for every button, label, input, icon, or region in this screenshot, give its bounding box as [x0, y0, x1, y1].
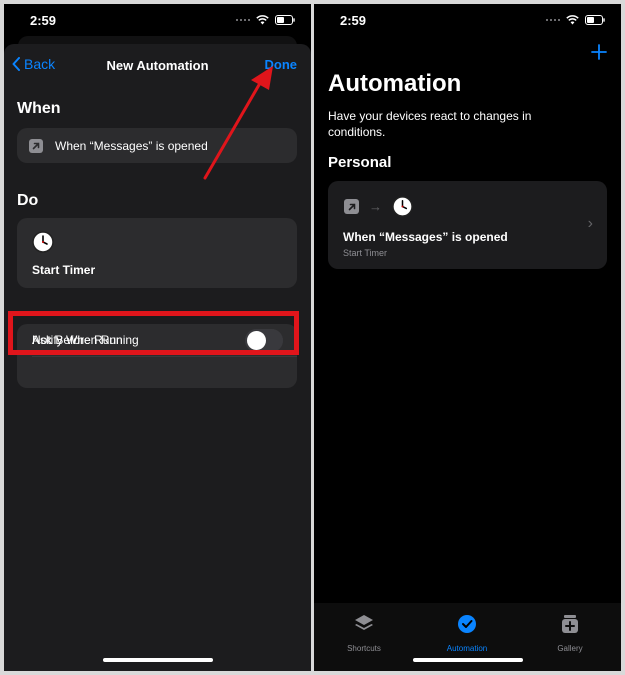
action-label: Start Timer	[32, 263, 96, 277]
tab-gallery[interactable]: Gallery	[530, 613, 610, 656]
do-section-title: Do	[17, 192, 39, 209]
status-time: 2:59	[340, 13, 367, 28]
home-indicator	[412, 658, 523, 662]
tab-shortcuts-label: Shortcuts	[347, 644, 381, 653]
automation-list-item[interactable]: → When “Messages” is opened Start Timer …	[328, 181, 607, 269]
automation-flow: →	[344, 196, 413, 217]
tab-automation-label: Automation	[446, 644, 488, 653]
phone-screen-new-automation: 2:59 Back New Automation Done When When …	[4, 4, 311, 671]
tab-shortcuts[interactable]: Shortcuts	[324, 613, 404, 656]
battery-icon	[275, 15, 295, 25]
clock-icon	[392, 196, 413, 217]
cellular-signal-icon	[546, 19, 560, 21]
trigger-text: When “Messages” is opened	[55, 138, 208, 153]
action-card[interactable]: Start Timer	[17, 218, 297, 288]
annotation-arrow	[203, 66, 273, 180]
page-subtitle: Have your devices react to changes in co…	[328, 109, 532, 139]
automation-title: When “Messages” is opened	[343, 230, 508, 244]
annotation-highlight-box	[8, 311, 299, 355]
home-indicator	[102, 658, 213, 662]
back-label: Back	[24, 56, 56, 72]
status-time: 2:59	[30, 13, 57, 28]
divider	[32, 356, 297, 357]
layers-icon	[355, 615, 373, 630]
battery-icon	[585, 15, 605, 25]
personal-section-title: Personal	[328, 154, 392, 171]
wifi-icon	[566, 15, 579, 25]
clock-icon	[32, 231, 54, 258]
status-bar: 2:59	[314, 4, 621, 38]
when-section-title: When	[17, 100, 61, 117]
tab-gallery-label: Gallery	[557, 644, 583, 653]
arrow-up-right-icon	[344, 199, 359, 214]
status-bar: 2:59	[4, 4, 311, 38]
page-title: Automation	[328, 70, 462, 97]
tab-automation[interactable]: Automation	[427, 613, 507, 656]
status-icons	[546, 15, 605, 25]
status-icons	[236, 15, 295, 25]
gallery-icon	[562, 615, 578, 633]
chevron-right-icon: ›	[587, 215, 593, 232]
back-button[interactable]: Back	[12, 56, 55, 72]
tab-bar: Shortcuts Automation Gallery	[314, 603, 621, 671]
chevron-left-icon	[12, 57, 20, 71]
arrow-up-right-icon	[29, 138, 43, 153]
automation-subtitle: Start Timer	[343, 248, 388, 258]
wifi-icon	[256, 15, 269, 25]
add-automation-button[interactable]	[589, 42, 609, 62]
phone-screen-automation-list: 2:59 Automation Have your devices react …	[314, 4, 621, 671]
cellular-signal-icon	[236, 19, 250, 21]
arrow-right-icon: →	[369, 199, 382, 214]
clock-check-icon	[458, 615, 476, 633]
